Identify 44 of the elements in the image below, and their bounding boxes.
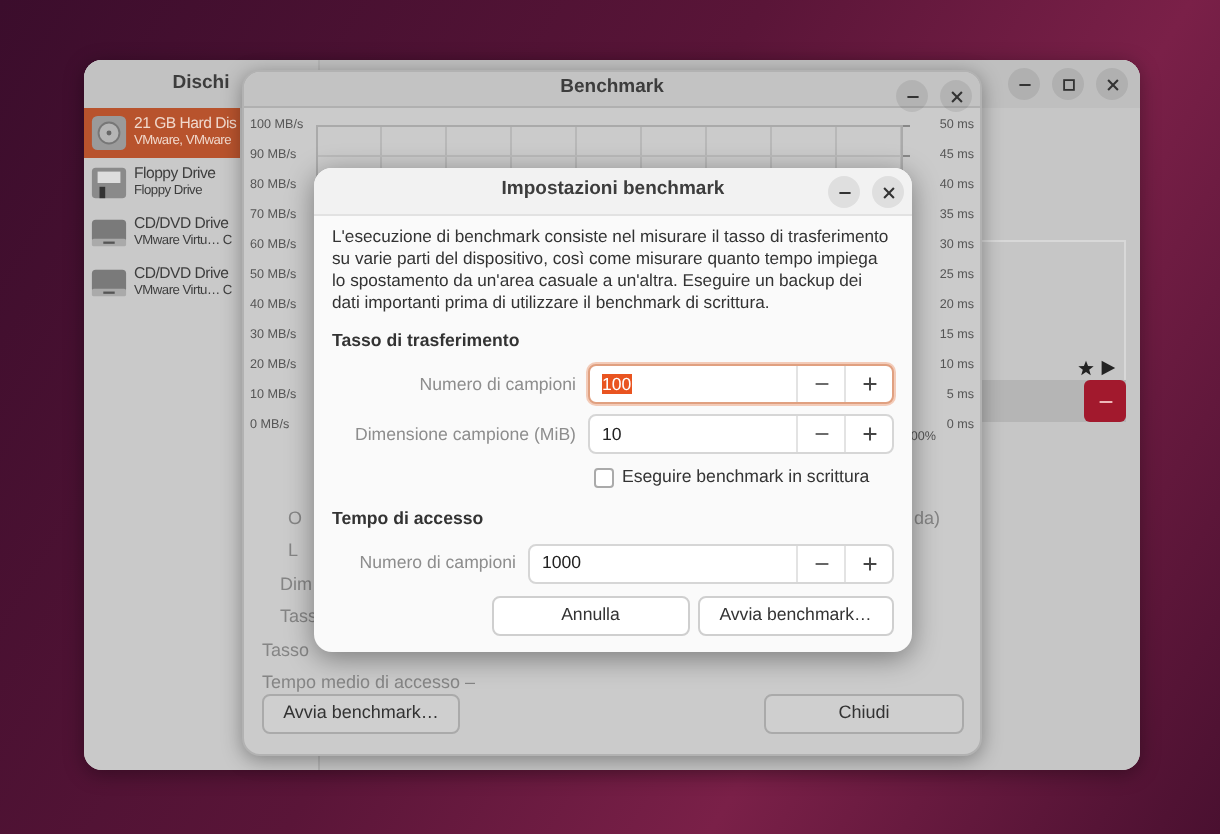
dialog-title: Impostazioni benchmark (501, 176, 725, 205)
plus-icon (861, 376, 877, 393)
section-heading: Tasso di trasferimento (332, 328, 522, 354)
close-button[interactable]: Chiudi (764, 694, 964, 734)
close-icon (881, 185, 895, 199)
sidebar-title: Dischi (172, 69, 230, 98)
plus-icon (861, 426, 877, 443)
minimize-button[interactable] (1008, 68, 1040, 100)
window-title: Benchmark (560, 74, 664, 103)
minimize-button[interactable] (896, 80, 928, 112)
maximize-button[interactable] (1052, 68, 1084, 100)
field-label: Numero di campioni (357, 549, 516, 576)
close-icon (1105, 77, 1119, 91)
number-field[interactable]: 10 (588, 414, 894, 455)
star-icon (1078, 360, 1094, 376)
close-button[interactable] (940, 80, 972, 112)
checkbox[interactable] (594, 467, 614, 488)
close-icon (949, 89, 963, 103)
info-label: L (288, 538, 299, 562)
number-field[interactable]: 1000 (528, 543, 894, 584)
optical-drive-icon (90, 264, 128, 302)
plus-icon (861, 555, 877, 572)
floppy-drive-icon (90, 164, 128, 202)
start-benchmark-button[interactable]: Avvia benchmark… (262, 694, 460, 734)
field-label: Numero di campioni (417, 371, 576, 398)
close-button[interactable] (872, 176, 904, 208)
checkbox-label: Eseguire benchmark in scrittura (622, 464, 870, 491)
minimize-button[interactable] (828, 176, 860, 208)
cancel-button[interactable]: Annulla (492, 595, 689, 636)
start-benchmark-button[interactable]: Avvia benchmark… (697, 595, 894, 636)
play-icon (1100, 360, 1116, 376)
description-text: L'esecuzione di benchmark consiste nel misurare il tasso di trasferimento su varie parti del dispositivo, così come misurare quanto tempo impiega lo spostamento da un'area casuale a un'altra. Eseguire un backup dei dati importanti prima di utilizzare il benchmark di scrittura. (332, 226, 891, 314)
maximize-icon (1061, 77, 1075, 91)
number-field[interactable]: 100 (588, 364, 894, 405)
close-button[interactable] (1096, 68, 1128, 100)
info-label: Tempo medio di accesso – (262, 670, 476, 694)
info-label: Dim (280, 571, 312, 595)
optical-drive-icon (90, 214, 128, 252)
remove-button[interactable] (1084, 380, 1126, 422)
info-value: da) (913, 505, 940, 529)
field-label: Dimensione campione (MiB) (353, 421, 576, 448)
info-label: O (288, 505, 303, 529)
info-label: Tasso (262, 637, 310, 661)
section-heading: Tempo di accesso (332, 506, 486, 533)
